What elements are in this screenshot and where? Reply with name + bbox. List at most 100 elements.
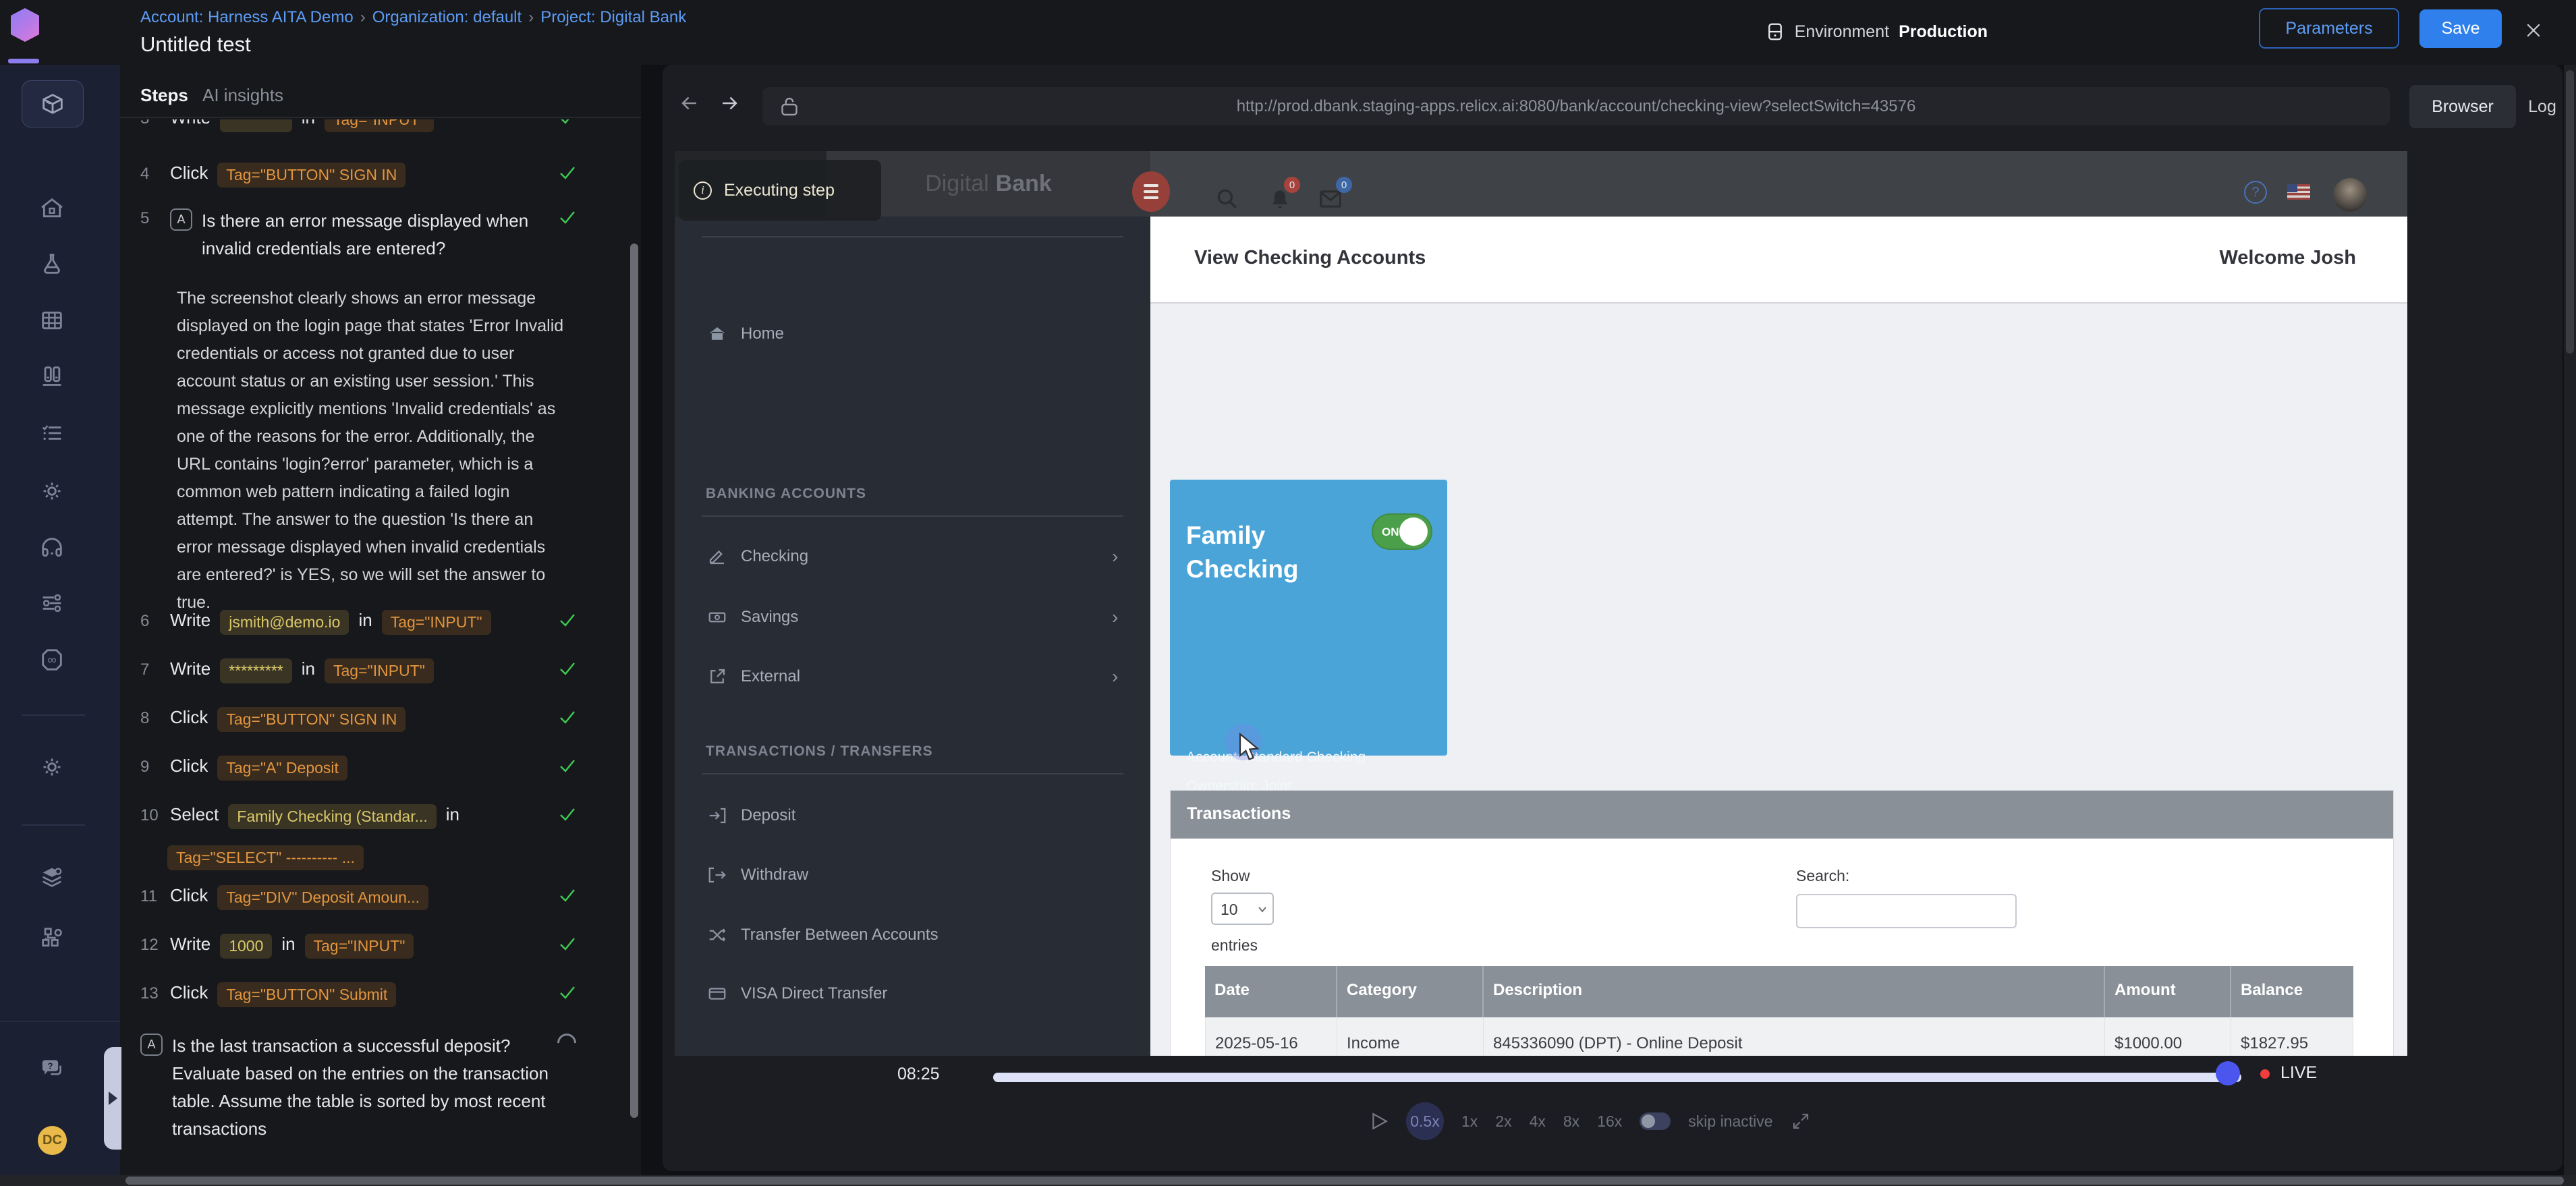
- sidebar-item-deposit[interactable]: Deposit: [675, 799, 1150, 832]
- step-row-8[interactable]: 8 Click Tag="BUTTON" SIGN IN: [140, 707, 607, 732]
- tab-log[interactable]: Log: [2523, 85, 2561, 128]
- step-target-chip[interactable]: Tag="SELECT" ---------- ...: [167, 845, 364, 870]
- col-date[interactable]: Date: [1205, 966, 1337, 1017]
- url-bar[interactable]: http://prod.dbank.staging-apps.relicx.ai…: [762, 87, 2390, 125]
- step-target-chip[interactable]: Tag="DIV" Deposit Amoun...: [217, 885, 428, 910]
- breadcrumb-project[interactable]: Project: Digital Bank: [540, 8, 686, 27]
- help-chat-icon: ?: [38, 1054, 65, 1081]
- speed-0.5x[interactable]: 0.5x: [1406, 1102, 1444, 1140]
- playback-knob[interactable]: [2216, 1061, 2240, 1085]
- harness-logo-icon[interactable]: [11, 8, 39, 42]
- app-menu-button[interactable]: [1132, 171, 1170, 212]
- step-row-9[interactable]: 9 Click Tag="A" Deposit: [140, 756, 607, 781]
- step-row-3[interactable]: 3 Write ********* in Tag="INPUT": [140, 119, 607, 132]
- step-row-5[interactable]: 5 A Is there an error message displayed …: [140, 207, 607, 262]
- col-balance[interactable]: Balance: [2231, 966, 2353, 1017]
- nav-item-grid[interactable]: [38, 307, 65, 334]
- skip-inactive-label: skip inactive: [1688, 1112, 1772, 1131]
- step-target-chip[interactable]: Tag="INPUT": [325, 658, 434, 683]
- step-target-chip[interactable]: Tag="INPUT": [305, 934, 414, 959]
- step-row-4[interactable]: 4 Click Tag="BUTTON" SIGN IN: [140, 163, 607, 188]
- speed-4x[interactable]: 4x: [1530, 1112, 1546, 1131]
- col-category[interactable]: Category: [1337, 966, 1484, 1017]
- steps-scrollbar[interactable]: [630, 244, 638, 1118]
- breadcrumb-organization[interactable]: Organization: default: [372, 8, 522, 27]
- step-value-chip[interactable]: 1000: [220, 934, 272, 959]
- nav-item-account-settings[interactable]: [38, 754, 65, 781]
- search-icon[interactable]: [1214, 186, 1240, 212]
- horizontal-scrollbar-thumb[interactable]: [125, 1177, 2564, 1185]
- nav-item-lab[interactable]: [38, 250, 65, 277]
- nav-item-home[interactable]: [38, 195, 65, 222]
- step-row-10[interactable]: 10 Select Family Checking (Standar... in…: [140, 804, 607, 870]
- nav-item-modules-active[interactable]: [22, 80, 84, 128]
- sidebar-item-home[interactable]: Home: [675, 318, 1150, 350]
- sidebar-item-savings[interactable]: Savings ›: [675, 601, 1150, 633]
- help-icon[interactable]: ?: [2244, 181, 2267, 204]
- step-value-chip[interactable]: jsmith@demo.io: [220, 610, 349, 635]
- step-row-6[interactable]: 6 Write jsmith@demo.io in Tag="INPUT": [140, 610, 607, 635]
- step-target-chip[interactable]: Tag="BUTTON" SIGN IN: [217, 707, 405, 732]
- step-row-11[interactable]: 11 Click Tag="DIV" Deposit Amoun...: [140, 885, 607, 910]
- speed-16x[interactable]: 16x: [1597, 1112, 1622, 1131]
- vertical-scrollbar[interactable]: [2564, 65, 2576, 1175]
- account-card[interactable]: Family Checking ON Account: Standard Che…: [1170, 480, 1447, 756]
- sidebar-item-withdraw[interactable]: Withdraw: [675, 859, 1150, 891]
- horizontal-scrollbar[interactable]: [0, 1175, 2576, 1186]
- step-target-chip[interactable]: Tag="INPUT": [382, 610, 491, 635]
- layers-gear-icon: [38, 864, 65, 891]
- step-row-13[interactable]: 13 Click Tag="BUTTON" Submit: [140, 982, 607, 1007]
- panel-collapse-handle[interactable]: [104, 1047, 121, 1150]
- step-target-chip[interactable]: Tag="BUTTON" Submit: [217, 982, 396, 1007]
- breadcrumb-account[interactable]: Account: Harness AITA Demo: [140, 8, 354, 27]
- tab-steps[interactable]: Steps: [140, 85, 188, 106]
- fullscreen-icon[interactable]: [1791, 1111, 1811, 1131]
- account-toggle[interactable]: ON: [1372, 513, 1432, 550]
- vertical-scrollbar-thumb[interactable]: [2566, 70, 2574, 354]
- nav-item-pipelines[interactable]: ∞: [38, 646, 65, 673]
- nav-item-org-settings[interactable]: [38, 924, 65, 951]
- tab-browser[interactable]: Browser: [2409, 85, 2516, 128]
- step-target-chip[interactable]: Tag="INPUT": [325, 119, 434, 132]
- nav-item-support[interactable]: [38, 534, 65, 561]
- step-row-assertion-pending[interactable]: A Is the last transaction a successful d…: [140, 1032, 607, 1143]
- nav-item-tune[interactable]: [38, 590, 65, 617]
- step-value-chip[interactable]: Family Checking (Standar...: [228, 804, 437, 829]
- nav-item-project-settings[interactable]: [38, 864, 65, 891]
- playback-progress-bar[interactable]: [993, 1073, 2241, 1082]
- save-button[interactable]: Save: [2419, 9, 2502, 48]
- sidebar-item-transfer-between[interactable]: Transfer Between Accounts: [675, 919, 1150, 951]
- play-icon[interactable]: [1370, 1112, 1389, 1131]
- step-value-chip[interactable]: *********: [220, 658, 292, 683]
- step-value-chip[interactable]: *********: [220, 119, 292, 132]
- user-avatar[interactable]: DC: [38, 1126, 67, 1155]
- nav-item-settings[interactable]: [38, 478, 65, 505]
- col-description[interactable]: Description: [1484, 966, 2105, 1017]
- step-target-chip[interactable]: Tag="BUTTON" SIGN IN: [217, 163, 405, 188]
- sidebar-item-visa-direct[interactable]: VISA Direct Transfer: [675, 978, 1150, 1010]
- bank-user-avatar[interactable]: [2333, 178, 2367, 212]
- step-row-7[interactable]: 7 Write ********* in Tag="INPUT": [140, 658, 607, 683]
- step-action: Click: [170, 163, 208, 183]
- page-size-select[interactable]: 10: [1211, 893, 1274, 925]
- nav-item-help[interactable]: ?: [38, 1054, 65, 1081]
- language-flag-icon[interactable]: [2287, 184, 2310, 200]
- step-target-chip[interactable]: Tag="A" Deposit: [217, 756, 347, 781]
- sidebar-item-external[interactable]: External ›: [675, 660, 1150, 693]
- sidebar-item-checking[interactable]: Checking ›: [675, 540, 1150, 573]
- step-row-12[interactable]: 12 Write 1000 in Tag="INPUT": [140, 934, 607, 959]
- forward-icon[interactable]: [718, 92, 741, 115]
- back-icon[interactable]: [678, 92, 701, 115]
- table-row[interactable]: 2025-05-1607:03 Income 845336090 (DPT) -…: [1205, 1017, 2353, 1056]
- skip-inactive-toggle[interactable]: [1640, 1112, 1671, 1130]
- tab-ai-insights[interactable]: AI insights: [202, 85, 283, 106]
- speed-8x[interactable]: 8x: [1563, 1112, 1579, 1131]
- close-icon[interactable]: [2523, 20, 2544, 40]
- speed-2x[interactable]: 2x: [1495, 1112, 1511, 1131]
- nav-item-list[interactable]: [38, 420, 65, 447]
- nav-item-storage[interactable]: [38, 363, 65, 390]
- speed-1x[interactable]: 1x: [1461, 1112, 1478, 1131]
- search-input[interactable]: [1796, 894, 2017, 928]
- col-amount[interactable]: Amount: [2105, 966, 2231, 1017]
- parameters-button[interactable]: Parameters: [2259, 8, 2399, 49]
